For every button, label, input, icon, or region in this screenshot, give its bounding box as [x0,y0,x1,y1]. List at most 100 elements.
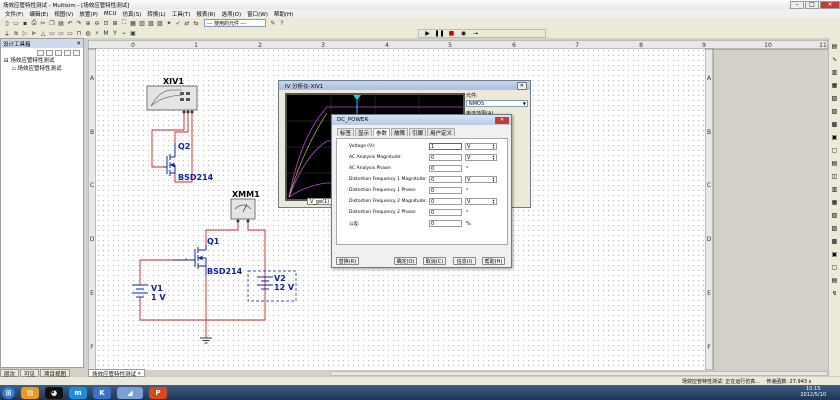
stop-icon[interactable]: ■ [447,30,456,37]
pause-icon[interactable]: ❚❚ [434,30,444,37]
new-icon[interactable]: ▯ [3,19,11,27]
minimize-button[interactable]: – [790,0,804,9]
menu-options[interactable]: 选项(O) [218,10,244,18]
undo-icon[interactable]: ↶ [66,19,74,27]
horizontal-scrollbar[interactable] [330,371,828,376]
grapher-icon[interactable]: ▦ [129,19,137,27]
open-sheet-icon[interactable] [55,49,62,56]
tolerance-input[interactable]: 0 [429,220,462,227]
menu-mcu[interactable]: MCU [101,11,120,17]
voltage-input[interactable]: 1 [429,143,462,150]
dist2-phase-input[interactable]: 0 [429,209,462,216]
edu-web-icon[interactable]: ✎ [269,19,277,27]
spinner-icon[interactable]: ▴ ▾ [491,176,496,182]
xiv1-instrument[interactable] [146,85,198,114]
logic-converter-icon[interactable]: ▤ [831,159,839,167]
dist2-magnitude-unit-select[interactable]: V ▴ ▾ [465,198,497,205]
tab-hierarchy[interactable]: 层次 [0,369,20,378]
tab-value[interactable]: 参数 [373,128,391,137]
paste-icon[interactable]: ▤ [57,19,65,27]
print-icon[interactable]: ⎙ [30,19,38,27]
tab-project-view[interactable]: 项目视图 [40,369,71,378]
iv-analyzer-icon[interactable]: ◫ [831,172,839,180]
distortion-analyzer-icon[interactable]: ▥ [831,185,839,193]
probe-icon[interactable]: ◉ [459,30,468,37]
place-transistor-icon[interactable]: ⊳ [30,29,38,37]
step-icon[interactable]: → [471,30,480,37]
menu-file[interactable]: 文件(F) [2,10,26,18]
back-annotate-icon[interactable]: ⇆ [192,19,200,27]
tab-display[interactable]: 显示 [355,128,373,137]
dc-power-dialog[interactable]: DC_POWER ✕ 标签 显示 参数 故障 引脚 用户定义 Voltage (… [331,114,512,268]
help-button[interactable]: 帮助(H) [482,257,505,265]
place-electromech-icon[interactable]: ⌁ [120,29,128,37]
qq-icon[interactable]: ◕ [45,386,63,399]
place-basic-icon[interactable]: ≋ [12,29,20,37]
multimeter-icon[interactable]: ▤ [831,42,839,50]
menu-reports[interactable]: 报表(R) [193,10,218,18]
erc-icon[interactable]: ✓ [174,19,182,27]
cut-icon[interactable]: ✂ [39,19,47,27]
copy-icon[interactable]: ❐ [48,19,56,27]
function-generator-icon[interactable]: ∿ [831,55,839,63]
place-rf-icon[interactable]: Y [111,29,119,37]
close-icon[interactable]: ✕ [516,81,527,90]
dist2-magnitude-input[interactable]: 0 [429,198,462,205]
place-indicator-icon[interactable]: ◍ [84,29,92,37]
zoom-in-icon[interactable]: ⊕ [84,19,92,27]
current-probe-icon[interactable]: ↯ [831,289,839,297]
start-icon[interactable]: ⊞ [2,386,15,399]
dist1-magnitude-input[interactable]: 0 [429,176,462,183]
spinner-icon[interactable]: ▴ ▾ [491,143,496,149]
transfer-icon[interactable]: ⇄ [183,19,191,27]
oscilloscope-icon[interactable]: ▦ [831,81,839,89]
help-icon[interactable]: ? [278,19,286,27]
cancel-button[interactable]: 取消(C) [423,257,446,265]
place-diode-icon[interactable]: ▷ [21,29,29,37]
run-icon[interactable]: ▶ [423,30,432,37]
tab-user-fields[interactable]: 用户定义 [427,128,456,137]
word-generator-icon[interactable]: ▣ [831,133,839,141]
place-source-icon[interactable]: ⏚ [3,29,11,38]
k-app-icon[interactable]: K [93,386,111,399]
menu-help[interactable]: 帮助(H) [271,10,296,18]
bode-plotter-icon[interactable]: ▨ [831,107,839,115]
spreadsheet-icon[interactable]: ▧ [147,19,155,27]
close-button[interactable]: ✕ [820,0,840,9]
component-select[interactable]: NMOS ▼ [466,100,528,107]
tree-root[interactable]: ⊟ 场效应管特性测试 [4,57,83,65]
tab-pins[interactable]: 引脚 [409,128,427,137]
four-channel-scope-icon[interactable]: ▧ [831,94,839,102]
menu-simulate[interactable]: 仿真(S) [120,10,145,18]
menu-edit[interactable]: 编辑(E) [26,10,51,18]
iv-window-titlebar[interactable]: IV 分析仪-XIV1 ✕ [279,81,530,90]
info-button[interactable]: 信息(I) [453,257,476,265]
multisim-icon[interactable]: ◢ [117,386,143,399]
delete-sheet-icon[interactable] [73,49,80,56]
close-icon[interactable]: ✕ [76,41,81,47]
tab-label[interactable]: 标签 [337,128,355,137]
dist1-magnitude-unit-select[interactable]: V ▴ ▾ [465,176,497,183]
menu-view[interactable]: 视图(V) [51,10,76,18]
close-icon[interactable]: ✕ [495,116,509,124]
labview-icon[interactable]: ▤ [831,276,839,284]
menu-window[interactable]: 窗口(W) [244,10,271,18]
place-cmos-icon[interactable]: ▭ [57,29,65,37]
place-misc-icon[interactable]: M [102,29,110,37]
close-sheet-icon[interactable] [64,49,71,56]
save-icon[interactable]: ▪ [21,19,29,27]
frequency-counter-icon[interactable]: ▩ [831,120,839,128]
explorer-icon[interactable]: ▤ [21,386,39,399]
dialog-titlebar[interactable]: DC_POWER ✕ [332,115,511,125]
voltage-unit-select[interactable]: V ▴ ▾ [465,143,497,150]
powerpoint-icon[interactable]: P [149,386,167,399]
zoom-area-icon[interactable]: ⊡ [102,19,110,27]
postprocessor-icon[interactable]: ▥ [138,19,146,27]
maximize-button[interactable]: □ [805,0,819,9]
network-analyzer-icon[interactable]: ▧ [831,211,839,219]
logic-analyzer-icon[interactable]: ▢ [831,146,839,154]
redo-icon[interactable]: ↷ [75,19,83,27]
dist1-phase-input[interactable]: 0 [429,187,462,194]
xmm1-instrument[interactable] [230,198,256,223]
place-power-icon[interactable]: ⚡ [93,29,101,37]
